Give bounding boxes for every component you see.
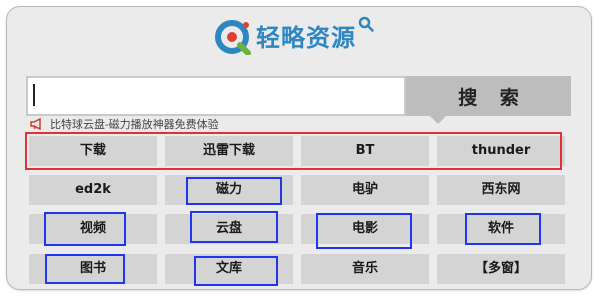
button-pointer	[430, 116, 446, 124]
megaphone-icon	[30, 118, 41, 130]
category-multi-window[interactable]: 【多窗】	[437, 254, 565, 284]
category-cloud-disk[interactable]: 云盘	[165, 214, 293, 244]
category-books[interactable]: 图书	[29, 254, 157, 284]
category-music[interactable]: 音乐	[301, 254, 429, 284]
text-caret	[33, 84, 35, 106]
search-button[interactable]: 搜 索	[406, 76, 571, 116]
category-ed2k[interactable]: ed2k	[29, 175, 157, 205]
category-library[interactable]: 文库	[165, 254, 293, 284]
category-video[interactable]: 视频	[29, 214, 157, 244]
logo-text: 轻略资源	[256, 23, 356, 52]
magnifier-icon	[358, 16, 374, 32]
site-logo[interactable]: 轻略资源	[214, 15, 374, 55]
category-xidong[interactable]: 西东网	[437, 175, 565, 205]
notice-link[interactable]: 比特球云盘-磁力播放神器免费体验	[30, 116, 219, 132]
category-software[interactable]: 软件	[437, 214, 565, 244]
category-edonkey[interactable]: 电驴	[301, 175, 429, 205]
category-bt[interactable]: BT	[301, 136, 429, 166]
category-thunder[interactable]: thunder	[437, 136, 565, 166]
logo-mark-icon	[215, 20, 251, 55]
search-input[interactable]	[26, 76, 406, 116]
category-magnet[interactable]: 磁力	[165, 175, 293, 205]
category-movie[interactable]: 电影	[301, 214, 429, 244]
notice-text: 比特球云盘-磁力播放神器免费体验	[50, 119, 219, 131]
category-thunder-download[interactable]: 迅雷下载	[165, 136, 293, 166]
category-download[interactable]: 下载	[29, 136, 157, 166]
